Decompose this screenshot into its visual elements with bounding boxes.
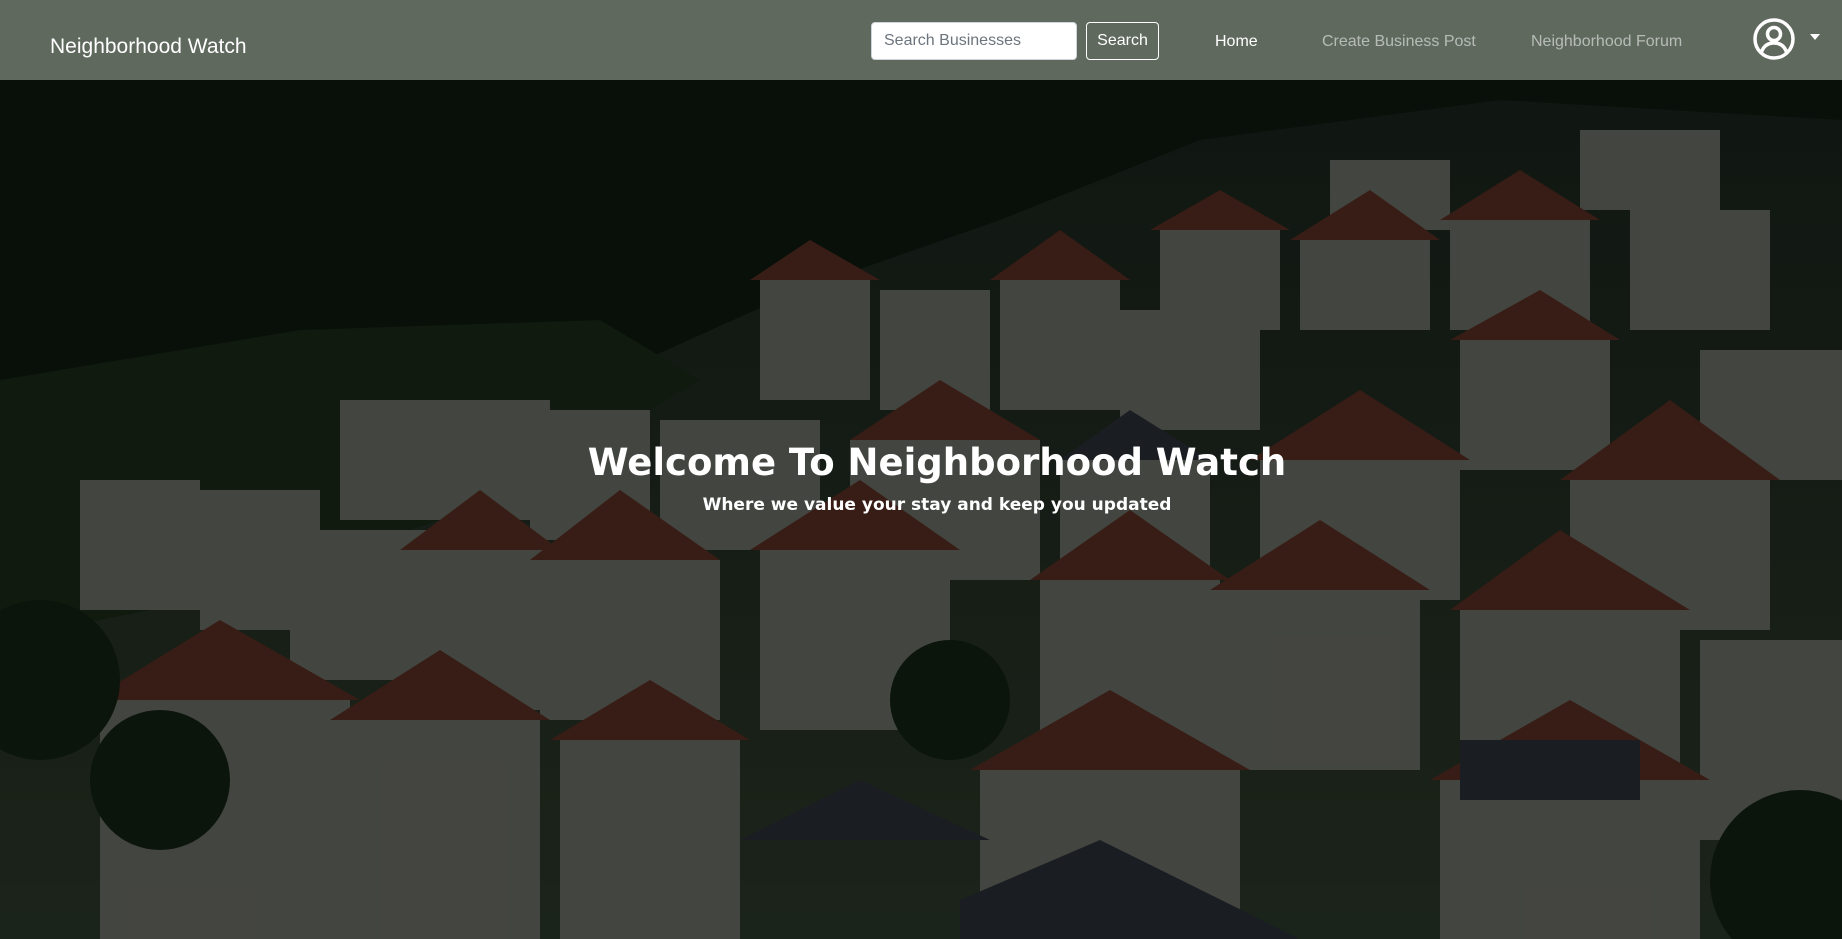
brand-link[interactable]: Neighborhood Watch — [50, 34, 247, 60]
user-circle-icon — [1753, 18, 1795, 60]
nav-link-home[interactable]: Home — [1215, 31, 1258, 53]
hero-banner: Welcome To Neighborhood Watch Where we v… — [0, 80, 1842, 939]
hero-title: Welcome To Neighborhood Watch — [587, 441, 1287, 484]
hero-subtitle: Where we value your stay and keep you up… — [702, 495, 1172, 515]
nav-link-create-business-post[interactable]: Create Business Post — [1322, 31, 1476, 53]
search-button[interactable]: Search — [1086, 22, 1159, 60]
profile-dropdown-toggle[interactable] — [1752, 17, 1824, 61]
navbar: Neighborhood Watch Search Home Create Bu… — [0, 0, 1842, 80]
nav-link-neighborhood-forum[interactable]: Neighborhood Forum — [1531, 31, 1682, 53]
caret-down-icon — [1810, 34, 1820, 40]
search-input[interactable] — [871, 22, 1077, 60]
